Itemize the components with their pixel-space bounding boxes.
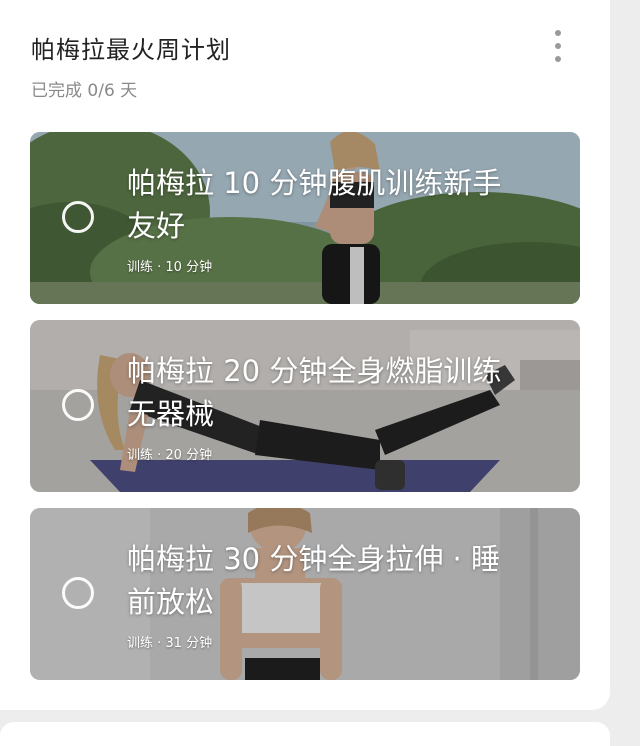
workout-meta: 训练 · 10 分钟 (127, 260, 213, 275)
page: 帕梅拉最火周计划 已完成 0/6 天 帕梅拉 10 分钟腹肌训练新手友好 训练 … (0, 0, 640, 746)
workout-title: 帕梅拉 30 分钟全身拉伸 · 睡前放松 (127, 542, 500, 619)
workout-title: 帕梅拉 10 分钟腹肌训练新手友好 (127, 166, 502, 243)
more-dot (555, 30, 561, 36)
workout-meta: 训练 · 20 分钟 (127, 448, 213, 463)
plan-progress: 已完成 0/6 天 (31, 81, 138, 101)
workout-title: 帕梅拉 20 分钟全身燃脂训练 无器械 (127, 354, 502, 431)
workout-card-1[interactable]: 帕梅拉 10 分钟腹肌训练新手友好 训练 · 10 分钟 (30, 132, 580, 304)
completion-check-circle-icon[interactable] (62, 389, 94, 421)
next-card-edge (0, 722, 610, 746)
more-dot (555, 43, 561, 49)
weekly-plan-card: 帕梅拉最火周计划 已完成 0/6 天 帕梅拉 10 分钟腹肌训练新手友好 训练 … (0, 0, 610, 710)
workout-card-2[interactable]: 帕梅拉 20 分钟全身燃脂训练 无器械 训练 · 20 分钟 (30, 320, 580, 492)
plan-title: 帕梅拉最火周计划 (31, 36, 231, 64)
workout-card-3[interactable]: 帕梅拉 30 分钟全身拉伸 · 睡前放松 训练 · 31 分钟 (30, 508, 580, 680)
more-options-icon[interactable] (546, 28, 570, 64)
completion-check-circle-icon[interactable] (62, 577, 94, 609)
workout-meta: 训练 · 31 分钟 (127, 636, 213, 651)
more-dot (555, 56, 561, 62)
completion-check-circle-icon[interactable] (62, 201, 94, 233)
